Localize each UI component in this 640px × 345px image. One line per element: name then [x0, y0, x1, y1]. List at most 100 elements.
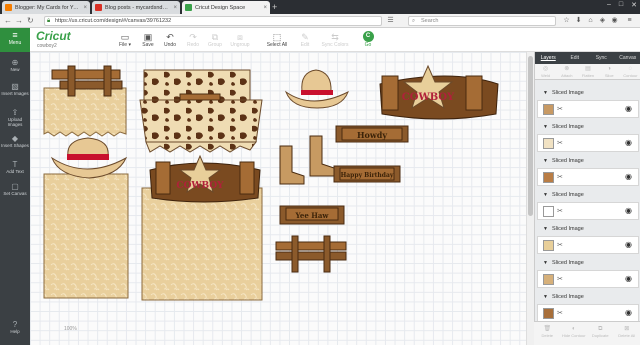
flatten-button[interactable]: ▤ Flatten [577, 64, 598, 79]
scissors-icon[interactable]: ✂ [557, 309, 563, 317]
layer-item[interactable]: ▼ Sliced Image ✂ ◉ [537, 88, 639, 121]
downloads-icon[interactable]: ⬇ [574, 16, 583, 25]
forward-icon[interactable]: → [15, 15, 23, 27]
sign-howdy[interactable]: Howdy [335, 125, 409, 143]
minimize-icon[interactable]: – [607, 1, 611, 9]
boots-pair[interactable] [279, 135, 335, 185]
tab-sync[interactable]: Sync [588, 52, 615, 64]
sync-colors-button[interactable]: ⇆ Sync Colors [320, 32, 350, 48]
scrollbar-thumb[interactable] [528, 56, 533, 216]
collapse-caret-icon[interactable]: ▼ [543, 192, 548, 198]
scissors-icon[interactable]: ✂ [557, 207, 563, 215]
scissors-icon[interactable]: ✂ [557, 241, 563, 249]
star-icon[interactable]: ☆ [562, 16, 571, 25]
upload-icon: ⇪ [11, 108, 19, 117]
layer-name: Sliced Image [551, 226, 584, 232]
collapse-caret-icon[interactable]: ▼ [543, 226, 548, 232]
browser-tab-blogger[interactable]: Blogger: My Cards for You... × [2, 1, 90, 14]
fence-paisley-piece[interactable] [43, 65, 127, 137]
cowprint-box-piece[interactable] [139, 69, 263, 153]
reload-icon[interactable]: ↻ [27, 15, 34, 27]
slice-button[interactable]: ◑ Slice [599, 64, 620, 79]
contour-button[interactable]: ◌ Contour [620, 64, 640, 79]
cricut-icon [185, 4, 192, 11]
collapse-caret-icon[interactable]: ▼ [543, 294, 548, 300]
scissors-icon[interactable]: ✂ [557, 173, 563, 181]
cowboy-sign-top[interactable]: COWBOY [379, 64, 499, 120]
browser-tab-gmail[interactable]: Blog posts - mycardsnd@... × [92, 1, 180, 14]
maximize-icon[interactable]: □ [619, 1, 623, 9]
sign-text-cowboy-bottom: COWBOY [176, 181, 224, 191]
layer-item[interactable]: ▼ Sliced Image ✂ ◉ [537, 156, 639, 189]
eye-icon[interactable]: ◉ [625, 206, 632, 215]
paisley-hat-piece[interactable] [43, 137, 129, 299]
zoom-level[interactable]: 100% [64, 326, 77, 332]
tab-edit[interactable]: Edit [562, 52, 589, 64]
back-icon[interactable]: ← [4, 15, 12, 27]
weld-icon: ◎ [542, 66, 549, 72]
scissors-icon[interactable]: ✂ [557, 105, 563, 113]
hamburger-menu-icon[interactable]: ≡ [625, 16, 634, 25]
attach-button[interactable]: ⊗ Attach [556, 64, 577, 79]
canvas-vertical-scrollbar[interactable] [526, 52, 534, 345]
help-tool[interactable]: ? Help [0, 320, 30, 334]
layer-item[interactable]: ▼ Sliced Image ✂ ◉ [537, 224, 639, 257]
design-canvas[interactable]: COWBOY Howdy Happy Birthday Yee Haw COWB… [30, 52, 526, 345]
set-canvas-tool[interactable]: ▢ Set Canvas [0, 182, 30, 196]
tab-layers[interactable]: Layers [535, 52, 562, 64]
tab-canvas[interactable]: Canvas [615, 52, 640, 64]
ungroup-button[interactable]: ⧈ Ungroup [225, 32, 255, 48]
search-icon: ⌕ [412, 18, 416, 24]
close-tab-icon[interactable]: × [263, 5, 267, 11]
close-tab-icon[interactable]: × [173, 5, 177, 11]
extension-icon[interactable]: ◉ [610, 16, 619, 25]
blank-fence-sign[interactable] [275, 235, 347, 273]
layer-item[interactable]: ▼ Sliced Image ✂ ◉ [537, 122, 639, 155]
go-button[interactable]: C Go [360, 31, 376, 48]
new-tab-button[interactable]: + [272, 2, 277, 12]
hide-contour-button[interactable]: ◐ Hide Contour [561, 322, 588, 345]
weld-button[interactable]: ◎ Weld [535, 64, 556, 79]
collapse-caret-icon[interactable]: ▼ [543, 158, 548, 164]
new-tool[interactable]: ⊕ New [0, 58, 30, 72]
browser-tab-cricut[interactable]: Cricut Design Space × [182, 1, 270, 14]
delete-all-label: Delete All [618, 333, 636, 338]
insert-shapes-tool[interactable]: ◆ Insert Shapes [0, 134, 30, 148]
delete-button[interactable]: 🗑︎ Delete [534, 322, 561, 345]
layer-thumbnail [543, 308, 554, 319]
eye-icon[interactable]: ◉ [625, 308, 632, 317]
url-field[interactable]: 🔒︎ https://us.cricut.com/design/#/canvas… [44, 16, 382, 26]
collapse-caret-icon[interactable]: ▼ [543, 124, 548, 130]
add-text-tool[interactable]: T Add Text [0, 160, 30, 174]
search-input[interactable]: ⌕ Search [408, 16, 556, 26]
collapse-caret-icon[interactable]: ▼ [543, 260, 548, 266]
home-icon[interactable]: ⌂ [586, 16, 595, 25]
eye-icon[interactable]: ◉ [625, 138, 632, 147]
cowboy-hat-top[interactable] [284, 69, 349, 109]
contour-icon: ◌ [628, 66, 633, 72]
eye-icon[interactable]: ◉ [625, 172, 632, 181]
edit-button[interactable]: ✎ Edit [290, 32, 320, 48]
sign-happy-birthday[interactable]: Happy Birthday [333, 165, 401, 183]
layer-item[interactable]: ▼ Sliced Image ✂ ◉ [537, 190, 639, 223]
eye-icon[interactable]: ◉ [625, 104, 632, 113]
close-tab-icon[interactable]: × [83, 5, 87, 11]
scissors-icon[interactable]: ✂ [557, 139, 563, 147]
insert-images-label: Insert Images [1, 91, 29, 96]
layer-item[interactable]: ▼ Sliced Image ✂ ◉ [537, 258, 639, 291]
scissors-icon[interactable]: ✂ [557, 275, 563, 283]
eye-icon[interactable]: ◉ [625, 274, 632, 283]
sign-yee-haw[interactable]: Yee Haw [279, 205, 345, 225]
delete-all-button[interactable]: ⊠ Delete All [614, 322, 640, 345]
reader-view-icon[interactable]: ☰ [386, 16, 395, 25]
eye-icon[interactable]: ◉ [625, 240, 632, 249]
menu-button[interactable]: ≡ Menu [0, 28, 30, 52]
select-all-button[interactable]: ⬚ Select All [262, 32, 292, 48]
upload-images-tool[interactable]: ⇪ Upload Images [0, 108, 30, 127]
insert-images-tool[interactable]: ▧ Insert Images [0, 82, 30, 96]
duplicate-button[interactable]: ⧉ Duplicate [587, 322, 614, 345]
shield-icon[interactable]: ◈ [598, 16, 607, 25]
collapse-caret-icon[interactable]: ▼ [543, 90, 548, 96]
paisley-cowboy-piece[interactable]: COWBOY [141, 154, 263, 301]
close-window-icon[interactable]: ✕ [631, 1, 637, 9]
